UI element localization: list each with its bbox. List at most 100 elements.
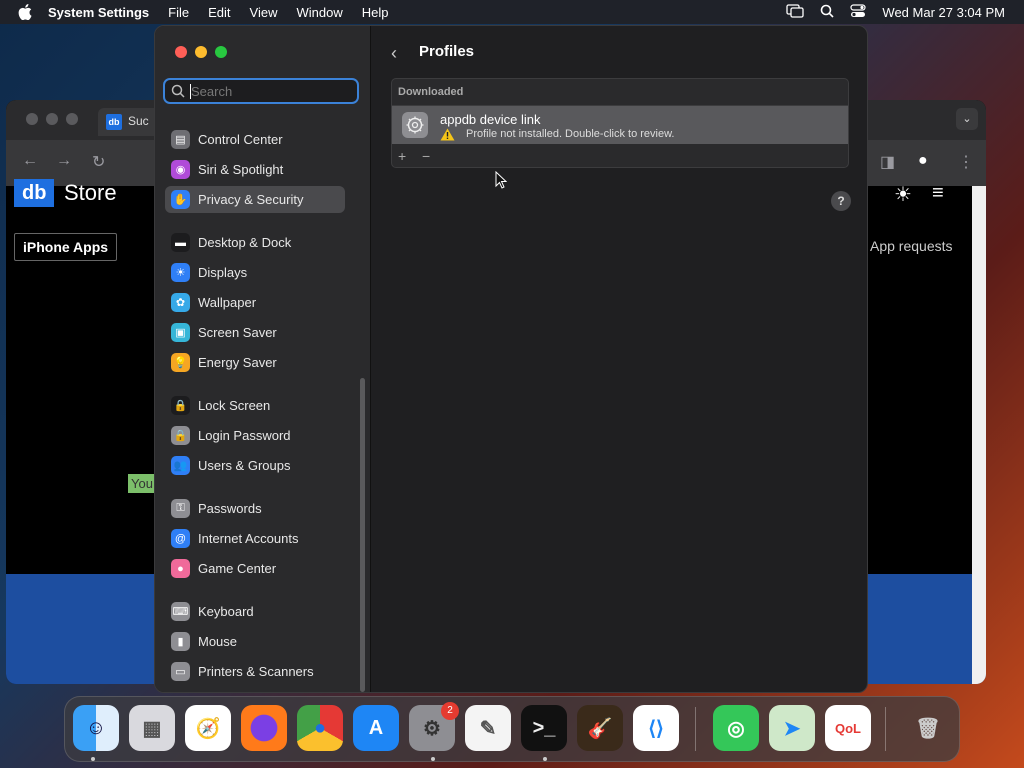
sidebar-item-internet-accounts[interactable]: @ Internet Accounts xyxy=(165,525,345,552)
safari-icon[interactable]: 🧭 xyxy=(185,705,231,751)
running-indicator xyxy=(431,757,435,761)
app-store-icon[interactable]: A xyxy=(353,705,399,751)
help-button[interactable]: ? xyxy=(831,191,851,211)
system-settings-window: Search ▤ Control Center ◉ Siri & Spotlight ✋… xyxy=(154,25,868,693)
menu-view[interactable]: View xyxy=(250,5,278,20)
sidebar-item-label: Internet Accounts xyxy=(198,531,299,546)
profile-row[interactable]: appdb device link Profile not installed.… xyxy=(392,106,848,146)
more-menu-icon[interactable]: ⋮ xyxy=(958,152,974,172)
iphone-apps-button[interactable]: iPhone Apps xyxy=(14,233,118,261)
menu-window[interactable]: Window xyxy=(296,5,342,20)
sidebar-item-label: Wallpaper xyxy=(198,295,257,310)
notification-badge: 2 xyxy=(441,702,459,720)
key-icon: ⚿ xyxy=(171,499,190,518)
sidebar-item-control-center[interactable]: ▤ Control Center xyxy=(165,126,345,153)
sidebar-item-keyboard[interactable]: ⌨ Keyboard xyxy=(165,598,345,625)
app-requests-link[interactable]: App requests xyxy=(870,238,953,254)
control-center-icon: ▤ xyxy=(171,130,190,149)
site-logo[interactable]: db xyxy=(14,179,55,207)
sidebar-item-wallpaper[interactable]: ✿ Wallpaper xyxy=(165,289,345,316)
reload-icon[interactable]: ↻ xyxy=(92,152,105,172)
terminal-icon[interactable]: >_ xyxy=(521,705,567,751)
hand-icon: ✋ xyxy=(171,190,190,209)
sidebar-item-users-groups[interactable]: 👥 Users & Groups xyxy=(165,452,345,479)
sidebar-item-mouse[interactable]: ▮ Mouse xyxy=(165,628,345,655)
vscode-icon[interactable]: ⟨⟩ xyxy=(633,705,679,751)
trash-icon[interactable]: 🗑 xyxy=(905,705,951,751)
sidebar-item-label: Desktop & Dock xyxy=(198,235,292,250)
forward-arrow-icon[interactable]: → xyxy=(56,152,72,170)
keyboard-icon: ⌨ xyxy=(171,602,190,621)
back-chevron-icon[interactable]: ‹ xyxy=(391,43,397,64)
browser-close-button[interactable] xyxy=(26,113,38,125)
find-my-icon[interactable]: ◎ xyxy=(713,705,759,751)
browser-minimize-button[interactable] xyxy=(46,113,58,125)
menu-edit[interactable]: Edit xyxy=(208,5,230,20)
finder-icon[interactable]: ☺ xyxy=(73,705,119,751)
garageband-icon[interactable]: 🎸 xyxy=(577,705,623,751)
sidebar-item-label: Printers & Scanners xyxy=(198,664,314,679)
search-placeholder: Search xyxy=(191,84,233,99)
hamburger-menu-icon[interactable]: ≡ xyxy=(932,182,944,205)
sidebar-item-privacy-security[interactable]: ✋ Privacy & Security xyxy=(165,186,345,213)
sidebar-search-field[interactable]: Search xyxy=(163,78,359,104)
siri-icon: ◉ xyxy=(171,160,190,179)
control-center-toggle-icon[interactable] xyxy=(850,3,867,21)
section-header: Downloaded xyxy=(392,79,848,106)
firefox-icon[interactable] xyxy=(241,705,287,751)
sidebar-item-label: Users & Groups xyxy=(198,458,291,473)
sidebar-item-lock-screen[interactable]: 🔒 Lock Screen xyxy=(165,392,345,419)
window-minimize-button[interactable] xyxy=(195,46,207,58)
site-store-title: Store xyxy=(64,180,117,205)
theme-toggle-icon[interactable]: ☀ xyxy=(894,182,912,207)
lock-icon: 🔒 xyxy=(171,426,190,445)
window-zoom-button[interactable] xyxy=(215,46,227,58)
back-arrow-icon[interactable]: ← xyxy=(22,152,38,170)
sidebar-toggle-icon[interactable]: ◨ xyxy=(880,152,895,172)
menu-help[interactable]: Help xyxy=(362,5,389,20)
sidebar-item-displays[interactable]: ☀ Displays xyxy=(165,259,345,286)
sidebar-item-label: Lock Screen xyxy=(198,398,271,413)
at-icon: @ xyxy=(171,529,190,548)
sidebar-item-siri-spotlight[interactable]: ◉ Siri & Spotlight xyxy=(165,156,345,183)
search-icon xyxy=(171,84,185,103)
menu-clock[interactable]: Wed Mar 27 3:04 PM xyxy=(882,5,1005,20)
profile-icon[interactable]: ● xyxy=(918,152,928,170)
chrome-icon[interactable]: ● xyxy=(297,705,343,751)
sidebar-item-game-center[interactable]: ● Game Center xyxy=(165,555,345,582)
remove-profile-button[interactable]: − xyxy=(422,148,430,164)
sidebar-item-desktop-dock[interactable]: ▬ Desktop & Dock xyxy=(165,229,345,256)
sidebar-item-login-password[interactable]: 🔒 Login Password xyxy=(165,422,345,449)
browser-zoom-button[interactable] xyxy=(66,113,78,125)
spotlight-search-icon[interactable] xyxy=(820,4,834,21)
sun-icon: ☀ xyxy=(171,263,190,282)
sidebar-item-label: Screen Saver xyxy=(198,325,277,340)
add-profile-button[interactable]: + xyxy=(398,148,406,164)
screen-mirroring-icon[interactable] xyxy=(786,3,805,21)
sidebar-item-passwords[interactable]: ⚿ Passwords xyxy=(165,495,345,522)
browser-scrollbar[interactable] xyxy=(972,186,986,684)
textedit-icon[interactable]: ✎ xyxy=(465,705,511,751)
sidebar-item-label: Siri & Spotlight xyxy=(198,162,284,177)
maps-icon[interactable]: ➤ xyxy=(769,705,815,751)
profiles-pane: ‹ Profiles Downloaded appdb device link … xyxy=(371,26,867,692)
warning-icon xyxy=(440,128,455,146)
sidebar-item-printers-scanners[interactable]: ▭ Printers & Scanners xyxy=(165,658,345,685)
sidebar-item-screen-saver[interactable]: ▣ Screen Saver xyxy=(165,319,345,346)
qol-icon[interactable]: QoL xyxy=(825,705,871,751)
menu-file[interactable]: File xyxy=(168,5,189,20)
running-indicator xyxy=(91,757,95,761)
apple-menu-icon[interactable] xyxy=(18,4,36,20)
profile-name: appdb device link xyxy=(440,112,541,127)
tab-list-dropdown-icon[interactable]: ⌄ xyxy=(956,108,978,130)
menu-app-name[interactable]: System Settings xyxy=(48,5,149,20)
window-close-button[interactable] xyxy=(175,46,187,58)
sidebar-scrollbar[interactable] xyxy=(360,378,365,692)
sidebar-item-label: Mouse xyxy=(198,634,238,649)
sidebar-item-label: Energy Saver xyxy=(198,355,277,370)
sidebar-item-energy-saver[interactable]: 💡 Energy Saver xyxy=(165,349,345,376)
flower-icon: ✿ xyxy=(171,293,190,312)
launchpad-icon[interactable]: ▦ xyxy=(129,705,175,751)
page-title: Profiles xyxy=(419,43,475,60)
sidebar-item-label: Game Center xyxy=(198,561,277,576)
